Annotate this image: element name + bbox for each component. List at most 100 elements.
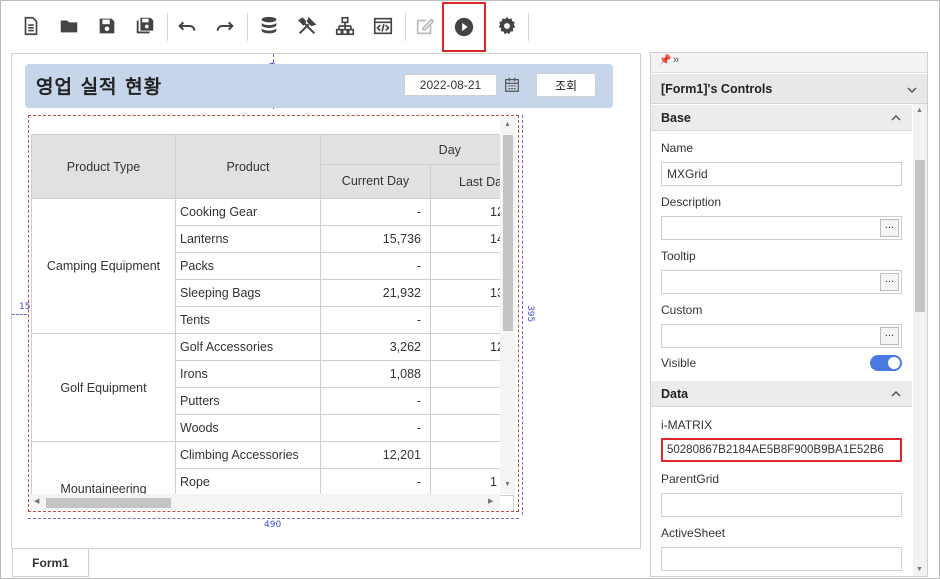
dimension-label-bottom: 490 <box>264 520 282 530</box>
current-day-cell[interactable]: - <box>320 306 431 334</box>
section-label: Base <box>661 111 691 125</box>
panel-title: [Form1]'s Controls <box>661 82 773 96</box>
toolbar-separator <box>405 13 406 41</box>
current-day-cell[interactable]: - <box>320 198 431 226</box>
header-day[interactable]: Day <box>320 134 514 165</box>
save-icon[interactable] <box>89 7 125 45</box>
toggle-knob <box>888 357 900 369</box>
current-day-cell[interactable]: - <box>320 414 431 442</box>
scroll-up-icon[interactable]: ▲ <box>916 107 923 114</box>
panel-topbar: 📌 » <box>651 53 927 73</box>
dimension-guide-left <box>12 314 27 315</box>
current-day-cell[interactable]: 21,932 <box>320 279 431 307</box>
section-data[interactable]: Data <box>651 381 912 407</box>
imatrix-field[interactable]: 50280867B2184AE5B8F900B9BA1E52B6 <box>661 438 902 462</box>
scroll-down-icon[interactable]: ▼ <box>504 481 511 488</box>
new-document-icon[interactable] <box>13 7 49 45</box>
toolbar-separator <box>528 13 529 41</box>
current-day-cell[interactable]: 3,262 <box>320 333 431 361</box>
toolbar <box>1 1 939 53</box>
tooltip-label: Tooltip <box>661 249 696 263</box>
description-ellipsis-button[interactable]: ... <box>880 219 899 237</box>
product-cell[interactable]: Irons <box>175 360 321 388</box>
scrollbar-thumb[interactable] <box>915 160 925 312</box>
properties-panel: 📌 » [Form1]'s Controls Base Name MXGrid … <box>650 52 928 577</box>
header-panel[interactable]: 영업 실적 현황 2022-08-21 조회 <box>25 64 613 108</box>
product-cell[interactable]: Golf Accessories <box>175 333 321 361</box>
current-day-cell[interactable]: 15,736 <box>320 225 431 253</box>
open-folder-icon[interactable] <box>51 7 87 45</box>
current-day-cell[interactable]: - <box>320 468 431 496</box>
database-icon[interactable] <box>251 7 287 45</box>
custom-field[interactable]: ... <box>661 324 902 348</box>
current-day-cell[interactable]: - <box>320 252 431 280</box>
chevron-up-icon[interactable] <box>891 389 901 399</box>
tooltip-field[interactable]: ... <box>661 270 902 294</box>
section-base[interactable]: Base <box>651 105 912 131</box>
calendar-icon[interactable] <box>501 74 523 96</box>
toolbar-separator <box>167 13 168 41</box>
tab-form1[interactable]: Form1 <box>12 549 89 577</box>
imatrix-label: i-MATRIX <box>661 418 713 432</box>
header-product-type[interactable]: Product Type <box>31 134 176 199</box>
current-day-cell[interactable]: 12,201 <box>320 441 431 469</box>
grid-horizontal-scrollbar[interactable]: ◀ ▶ <box>30 494 500 510</box>
group-cell[interactable]: Golf Equipment <box>31 333 176 442</box>
visible-label: Visible <box>661 356 697 370</box>
code-view-icon[interactable] <box>365 7 401 45</box>
product-cell[interactable]: Cooking Gear <box>175 198 321 226</box>
scrollbar-thumb[interactable] <box>46 498 171 508</box>
edit-icon[interactable] <box>407 7 443 45</box>
scroll-left-icon[interactable]: ◀ <box>34 497 39 505</box>
save-all-icon[interactable] <box>127 7 163 45</box>
run-icon[interactable] <box>442 2 486 52</box>
tools-icon[interactable] <box>289 7 325 45</box>
product-cell[interactable]: Lanterns <box>175 225 321 253</box>
redo-icon[interactable] <box>207 7 243 45</box>
name-label: Name <box>661 141 694 155</box>
panel-scrollbar[interactable]: ▲ ▼ <box>913 104 927 576</box>
current-day-cell[interactable]: - <box>320 387 431 415</box>
parentgrid-field[interactable] <box>661 493 902 517</box>
scroll-right-icon[interactable]: ▶ <box>488 497 493 505</box>
grid-selection-frame[interactable]: Product Type Product Day Current Day Las… <box>28 115 519 512</box>
expand-icon[interactable]: » <box>673 54 679 66</box>
product-cell[interactable]: Putters <box>175 387 321 415</box>
date-input[interactable]: 2022-08-21 <box>404 74 497 96</box>
undo-icon[interactable] <box>169 7 205 45</box>
product-cell[interactable]: Climbing Accessories <box>175 441 321 469</box>
parentgrid-label: ParentGrid <box>661 472 720 486</box>
custom-ellipsis-button[interactable]: ... <box>880 327 899 345</box>
chevron-down-icon[interactable] <box>907 85 917 95</box>
scroll-up-icon[interactable]: ▲ <box>504 121 511 128</box>
dimension-label-right: 395 <box>525 305 535 323</box>
design-canvas[interactable]: 62 15 395 490 영업 실적 현황 2022-08-21 조회 <box>11 53 641 549</box>
product-cell[interactable]: Sleeping Bags <box>175 279 321 307</box>
description-label: Description <box>661 195 722 209</box>
scrollbar-thumb[interactable] <box>503 135 513 331</box>
visible-toggle[interactable] <box>870 355 902 371</box>
header-current-day[interactable]: Current Day <box>320 164 431 199</box>
header-product[interactable]: Product <box>175 134 321 199</box>
app-window: 62 15 395 490 영업 실적 현황 2022-08-21 조회 <box>0 0 940 579</box>
name-field[interactable]: MXGrid <box>661 162 902 186</box>
hierarchy-icon[interactable] <box>327 7 363 45</box>
group-cell[interactable]: Camping Equipment <box>31 198 176 334</box>
mx-grid[interactable]: Product Type Product Day Current Day Las… <box>30 117 518 511</box>
pin-icon[interactable]: 📌 <box>659 55 671 66</box>
description-field[interactable]: ... <box>661 216 902 240</box>
panel-titlebar[interactable]: [Form1]'s Controls <box>651 74 927 104</box>
activesheet-field[interactable] <box>661 547 902 571</box>
chevron-up-icon[interactable] <box>891 113 901 123</box>
scroll-down-icon[interactable]: ▼ <box>916 566 923 573</box>
product-cell[interactable]: Tents <box>175 306 321 334</box>
settings-icon[interactable] <box>489 7 525 45</box>
product-cell[interactable]: Packs <box>175 252 321 280</box>
grid-vertical-scrollbar[interactable]: ▲ ▼ <box>500 117 516 494</box>
current-day-cell[interactable]: 1,088 <box>320 360 431 388</box>
product-cell[interactable]: Woods <box>175 414 321 442</box>
product-cell[interactable]: Rope <box>175 468 321 496</box>
page-title: 영업 실적 현황 <box>36 76 163 98</box>
tooltip-ellipsis-button[interactable]: ... <box>880 273 899 291</box>
search-button[interactable]: 조회 <box>536 73 596 97</box>
